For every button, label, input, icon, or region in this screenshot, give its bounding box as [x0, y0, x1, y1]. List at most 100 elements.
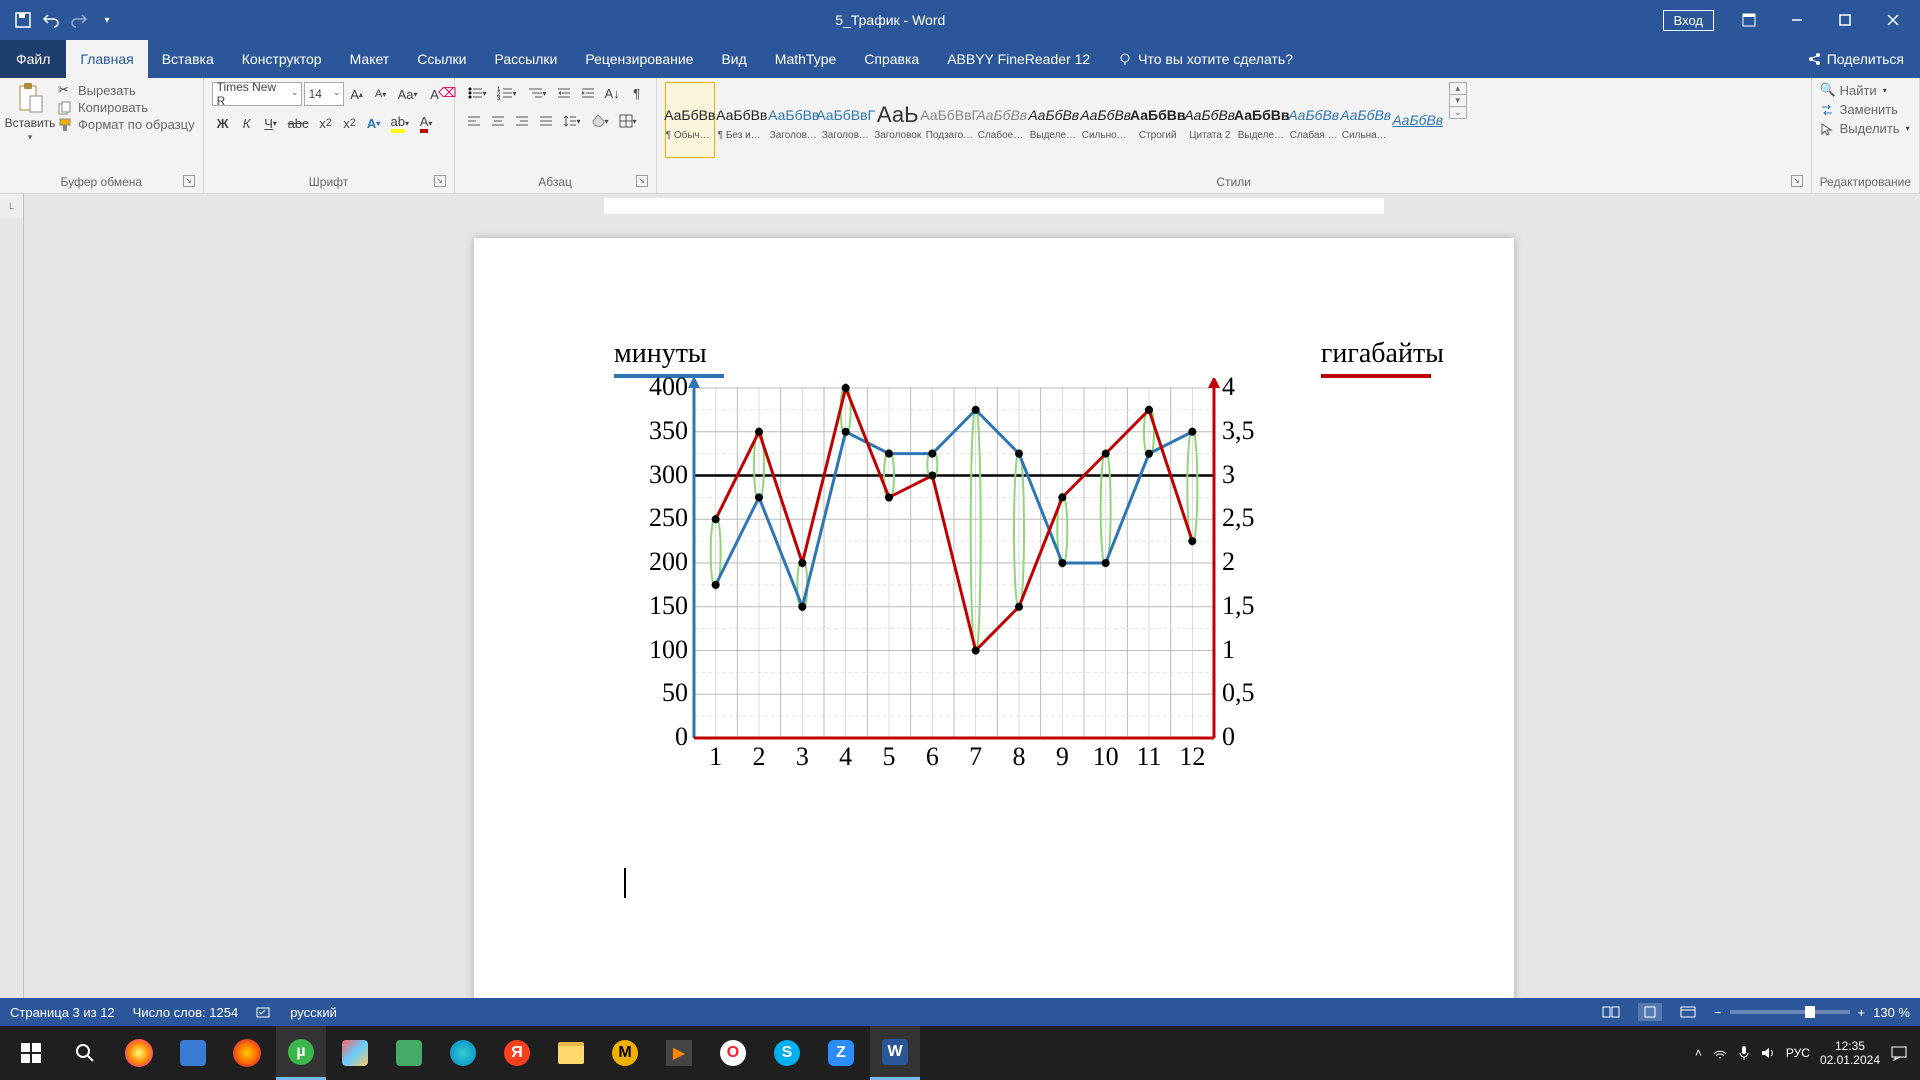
- ribbon-options-icon[interactable]: [1726, 0, 1772, 40]
- status-language[interactable]: русский: [290, 1005, 337, 1020]
- tray-chevron-icon[interactable]: ˄: [1695, 1046, 1702, 1060]
- tab-6[interactable]: Рецензирование: [571, 40, 707, 78]
- minimize-icon[interactable]: [1774, 0, 1820, 40]
- tb-paint[interactable]: [330, 1026, 380, 1080]
- indent-increase-button[interactable]: [577, 82, 599, 104]
- shading-button[interactable]: ▾: [587, 110, 613, 132]
- tb-skype[interactable]: S: [762, 1026, 812, 1080]
- style-item-11[interactable]: АаБбВвВыделенн...: [1237, 82, 1287, 158]
- style-item-4[interactable]: АаЬЗаголовок: [873, 82, 923, 158]
- save-icon[interactable]: [12, 9, 34, 31]
- tb-opera[interactable]: O: [708, 1026, 758, 1080]
- ruler-vertical[interactable]: [0, 218, 24, 998]
- tray-notifications-icon[interactable]: [1890, 1045, 1908, 1061]
- text-effects-button[interactable]: A▾: [363, 112, 385, 134]
- find-button[interactable]: 🔍Найти▾: [1820, 82, 1887, 98]
- tb-word[interactable]: W: [870, 1026, 920, 1080]
- close-icon[interactable]: [1870, 0, 1916, 40]
- view-print-icon[interactable]: [1638, 1003, 1662, 1021]
- font-size-combo[interactable]: 14⌄: [304, 82, 344, 106]
- zoom-slider[interactable]: [1730, 1010, 1850, 1014]
- tray-clock[interactable]: 12:35 02.01.2024: [1820, 1039, 1880, 1068]
- sort-button[interactable]: A↓: [601, 82, 624, 104]
- system-tray[interactable]: ˄ РУС 12:35 02.01.2024: [1695, 1039, 1914, 1068]
- tab-7[interactable]: Вид: [707, 40, 760, 78]
- document-scroll[interactable]: минуты гигабайты 05010015020025030035040…: [24, 218, 1920, 998]
- undo-icon[interactable]: [40, 9, 62, 31]
- format-painter-button[interactable]: Формат по образцу: [58, 117, 195, 132]
- clipboard-launcher-icon[interactable]: ↘: [183, 175, 195, 187]
- tb-firefox[interactable]: [222, 1026, 272, 1080]
- search-button[interactable]: [60, 1026, 110, 1080]
- shrink-font-button[interactable]: A▾: [370, 83, 392, 105]
- grow-font-button[interactable]: A▴: [346, 83, 368, 105]
- style-item-12[interactable]: АаБбВвСлабая сс...: [1289, 82, 1339, 158]
- tab-5[interactable]: Рассылки: [481, 40, 572, 78]
- bullets-button[interactable]: ▾: [463, 82, 491, 104]
- font-launcher-icon[interactable]: ↘: [434, 175, 446, 187]
- qat-more-icon[interactable]: ▾: [96, 9, 118, 31]
- superscript-button[interactable]: x2: [339, 112, 361, 134]
- tab-file[interactable]: Файл: [0, 40, 66, 78]
- align-right-button[interactable]: [511, 110, 533, 132]
- style-item-0[interactable]: АаБбВв¶ Обычный: [665, 82, 715, 158]
- style-item-14[interactable]: АаБбВв: [1393, 82, 1443, 158]
- numbering-button[interactable]: 123▾: [493, 82, 521, 104]
- tb-utorrent[interactable]: µ: [276, 1026, 326, 1080]
- highlight-button[interactable]: ab▾: [387, 112, 413, 134]
- align-left-button[interactable]: [463, 110, 485, 132]
- start-button[interactable]: [6, 1026, 56, 1080]
- status-page[interactable]: Страница 3 из 12: [10, 1005, 115, 1020]
- style-item-9[interactable]: АаБбВвСтрогий: [1133, 82, 1183, 158]
- replace-button[interactable]: Заменить: [1820, 102, 1898, 117]
- show-marks-button[interactable]: ¶: [626, 82, 648, 104]
- tab-1[interactable]: Вставка: [148, 40, 228, 78]
- clear-format-button[interactable]: A⌫: [424, 83, 446, 105]
- style-item-10[interactable]: АаБбВвЦитата 2: [1185, 82, 1235, 158]
- view-read-icon[interactable]: [1602, 1005, 1620, 1019]
- style-item-6[interactable]: АаБбВвСлабое в...: [977, 82, 1027, 158]
- tab-4[interactable]: Ссылки: [403, 40, 480, 78]
- tray-wifi-icon[interactable]: [1712, 1046, 1728, 1060]
- tb-explorer[interactable]: [546, 1026, 596, 1080]
- zoom-out-icon[interactable]: −: [1714, 1005, 1722, 1020]
- tb-app-1[interactable]: [114, 1026, 164, 1080]
- tb-yandex[interactable]: Я: [492, 1026, 542, 1080]
- paste-button[interactable]: Вставить ▾: [8, 82, 52, 143]
- signin-button[interactable]: Вход: [1663, 10, 1714, 31]
- subscript-button[interactable]: x2: [315, 112, 337, 134]
- style-item-1[interactable]: АаБбВв¶ Без инте...: [717, 82, 767, 158]
- zoom-value[interactable]: 130 %: [1873, 1005, 1910, 1020]
- line-spacing-button[interactable]: ▾: [559, 110, 585, 132]
- tab-0[interactable]: Главная: [66, 40, 147, 78]
- cut-button[interactable]: ✂Вырезать: [58, 82, 195, 98]
- tray-mic-icon[interactable]: [1738, 1045, 1750, 1061]
- multilevel-button[interactable]: ▾: [523, 82, 551, 104]
- view-web-icon[interactable]: [1680, 1005, 1696, 1019]
- underline-button[interactable]: Ч▾: [260, 112, 282, 134]
- tab-9[interactable]: Справка: [850, 40, 933, 78]
- align-justify-button[interactable]: [535, 110, 557, 132]
- copy-button[interactable]: Копировать: [58, 100, 195, 115]
- share-button[interactable]: Поделиться: [1791, 40, 1920, 78]
- change-case-button[interactable]: Aa▾: [394, 83, 422, 105]
- style-item-3[interactable]: АаБбВвГЗаголово...: [821, 82, 871, 158]
- tab-3[interactable]: Макет: [336, 40, 404, 78]
- style-item-8[interactable]: АаБбВвСильное...: [1081, 82, 1131, 158]
- styles-gallery[interactable]: АаБбВв¶ ОбычныйАаБбВв¶ Без инте... АаБбВв…: [665, 82, 1443, 158]
- italic-button[interactable]: К: [236, 112, 258, 134]
- tab-10[interactable]: ABBYY FineReader 12: [933, 40, 1104, 78]
- tb-app-4[interactable]: M: [600, 1026, 650, 1080]
- align-center-button[interactable]: [487, 110, 509, 132]
- select-button[interactable]: Выделить▾: [1820, 121, 1910, 136]
- tb-zoom[interactable]: Z: [816, 1026, 866, 1080]
- font-name-combo[interactable]: Times New R⌄: [212, 82, 302, 106]
- tab-2[interactable]: Конструктор: [228, 40, 336, 78]
- style-item-7[interactable]: АаБбВвВыделение: [1029, 82, 1079, 158]
- zoom-control[interactable]: − + 130 %: [1714, 1005, 1910, 1020]
- tb-app-3[interactable]: [384, 1026, 434, 1080]
- status-words[interactable]: Число слов: 1254: [133, 1005, 239, 1020]
- tb-app-2[interactable]: [168, 1026, 218, 1080]
- tell-me[interactable]: Что вы хотите сделать?: [1104, 40, 1307, 78]
- paragraph-launcher-icon[interactable]: ↘: [636, 175, 648, 187]
